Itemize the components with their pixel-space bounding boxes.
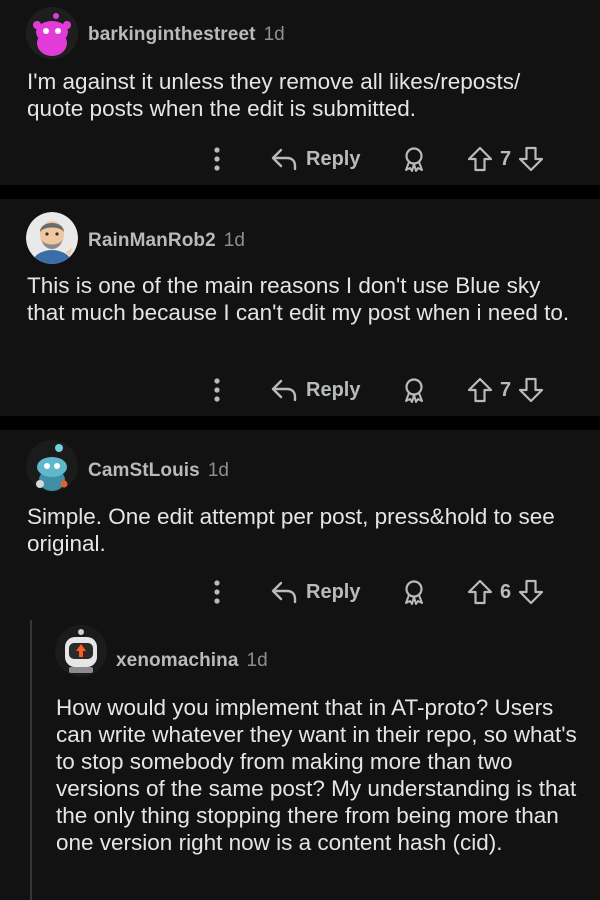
- avatar[interactable]: [26, 440, 78, 492]
- award-button[interactable]: [400, 370, 428, 410]
- action-bar: Reply 7: [0, 139, 600, 179]
- comment-divider: [0, 185, 600, 199]
- reply-arrow-icon: [271, 148, 297, 171]
- comment-card: barkinginthestreet 1d I'm against it unl…: [0, 0, 600, 185]
- comment-card: RainManRob2 1d This is one of the main r…: [0, 199, 600, 416]
- avatar[interactable]: [55, 625, 107, 677]
- vote-controls: 7: [466, 370, 545, 410]
- award-icon: [405, 580, 423, 605]
- timestamp: 1d: [223, 230, 245, 251]
- upvote-icon[interactable]: [466, 145, 494, 173]
- upvote-icon[interactable]: [466, 376, 494, 404]
- comment-body: This is one of the main reasons I don't …: [27, 273, 570, 325]
- comment-body: Simple. One edit attempt per post, press…: [27, 504, 555, 556]
- reply-label: Reply: [306, 378, 361, 401]
- score: 7: [500, 147, 512, 170]
- reply-button[interactable]: Reply: [270, 370, 360, 410]
- thread-line[interactable]: [30, 620, 32, 900]
- score: 7: [500, 378, 512, 401]
- downvote-icon[interactable]: [517, 376, 545, 404]
- comment-card: CamStLouis 1d Simple. One edit attempt p…: [0, 430, 600, 900]
- comment-body: I'm against it unless they remove all li…: [27, 69, 521, 121]
- reply-button[interactable]: Reply: [270, 572, 360, 612]
- more-options-button[interactable]: [207, 139, 227, 179]
- reply-button[interactable]: Reply: [270, 139, 360, 179]
- avatar[interactable]: [26, 7, 78, 59]
- comment-divider: [0, 416, 600, 430]
- action-bar: Reply 6: [0, 572, 600, 612]
- more-vertical-icon: [214, 378, 220, 402]
- comment-body: How would you implement that in AT-proto…: [56, 695, 577, 855]
- vote-controls: 6: [466, 572, 545, 612]
- action-bar: Reply 7: [0, 370, 600, 410]
- reply-arrow-icon: [271, 379, 297, 402]
- more-options-button[interactable]: [207, 572, 227, 612]
- downvote-icon[interactable]: [517, 578, 545, 606]
- award-button[interactable]: [400, 572, 428, 612]
- reply-label: Reply: [306, 147, 361, 170]
- score: 6: [500, 580, 512, 603]
- award-button[interactable]: [400, 139, 428, 179]
- timestamp: 1d: [263, 24, 285, 45]
- reply-arrow-icon: [271, 581, 297, 604]
- downvote-icon[interactable]: [517, 145, 545, 173]
- username[interactable]: CamStLouis: [88, 460, 200, 482]
- upvote-icon[interactable]: [466, 578, 494, 606]
- timestamp: 1d: [246, 650, 268, 671]
- username[interactable]: barkinginthestreet: [88, 24, 256, 46]
- more-options-button[interactable]: [207, 370, 227, 410]
- award-icon: [405, 147, 423, 172]
- more-vertical-icon: [214, 580, 220, 604]
- timestamp: 1d: [207, 460, 229, 481]
- award-icon: [405, 378, 423, 403]
- avatar[interactable]: [26, 212, 78, 264]
- username[interactable]: RainManRob2: [88, 230, 216, 252]
- username[interactable]: xenomachina: [116, 650, 239, 672]
- reply-label: Reply: [306, 580, 361, 603]
- vote-controls: 7: [466, 139, 545, 179]
- more-vertical-icon: [214, 147, 220, 171]
